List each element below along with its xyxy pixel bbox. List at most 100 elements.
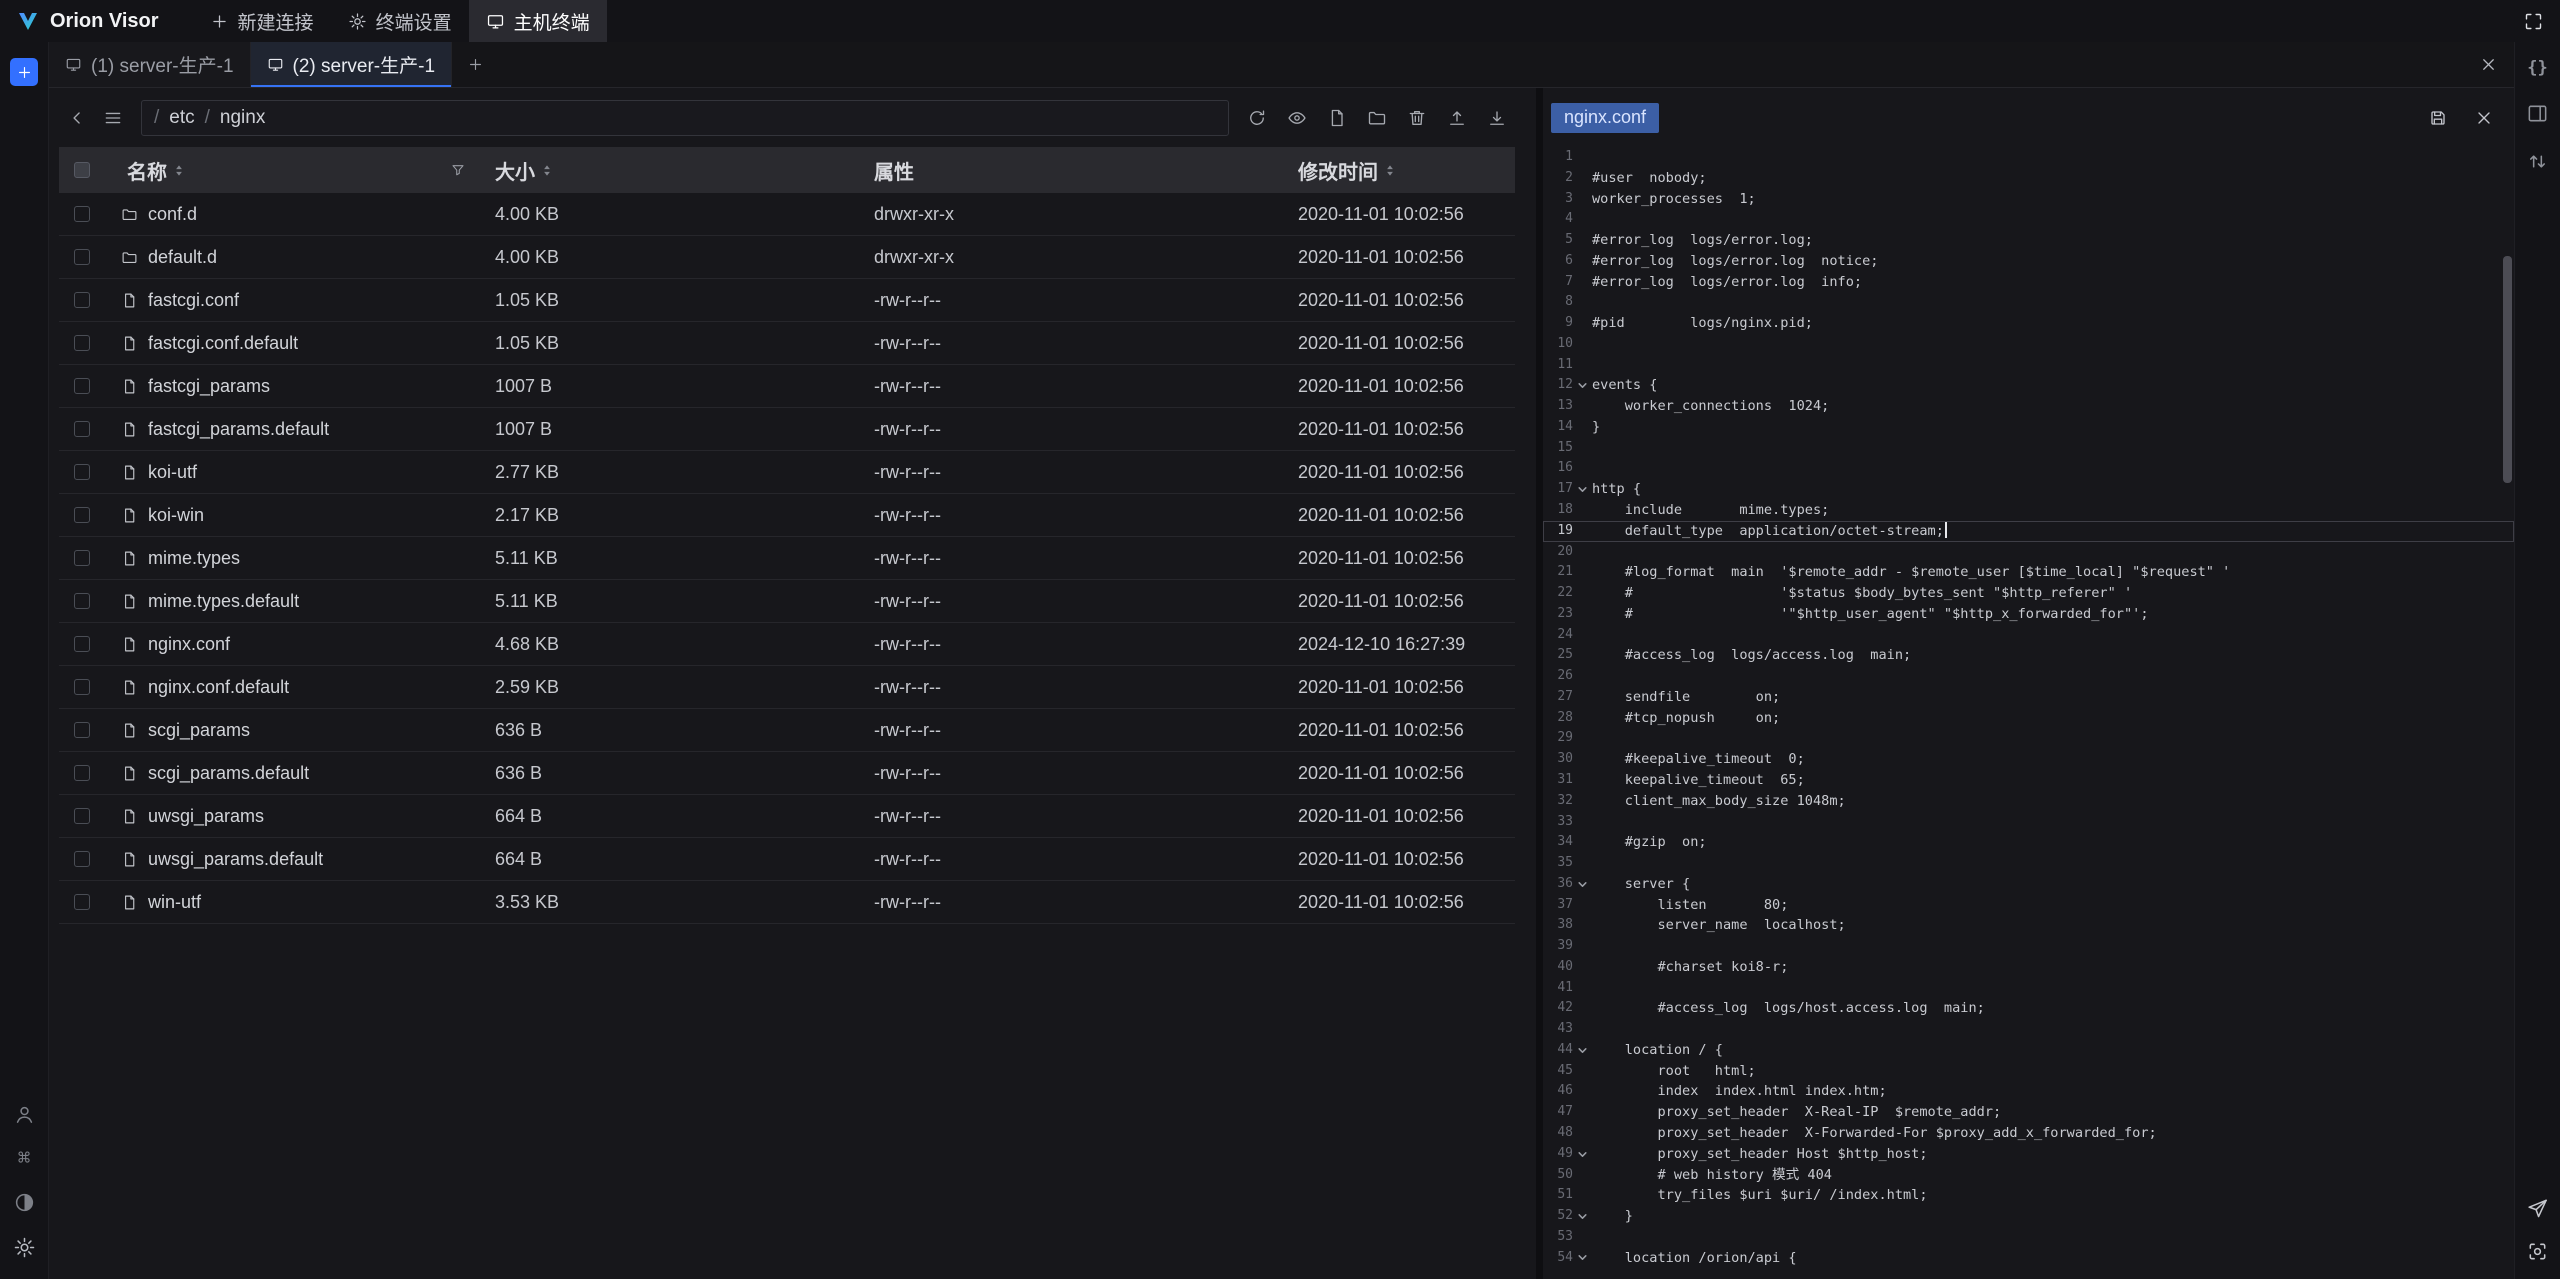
screenshot-icon[interactable]	[2526, 1240, 2549, 1263]
terminal-tab-1[interactable]: (1) server-生产-1	[49, 42, 251, 87]
new-file-button[interactable]	[1319, 100, 1355, 136]
row-checkbox[interactable]	[74, 249, 90, 265]
file-name[interactable]: koi-win	[148, 505, 204, 526]
file-name[interactable]: uwsgi_params.default	[148, 849, 323, 870]
back-button[interactable]	[59, 100, 95, 136]
theme-icon[interactable]	[13, 1191, 36, 1214]
code-line[interactable]: 18 include mime.types;	[1543, 500, 2514, 521]
settings-icon[interactable]	[13, 1236, 36, 1259]
table-row[interactable]: koi-utf2.77 KB-rw-r--r--2020-11-01 10:02…	[59, 451, 1515, 494]
file-name[interactable]: scgi_params	[148, 720, 250, 741]
fold-chevron-icon[interactable]	[1573, 1211, 1592, 1222]
code-line[interactable]: 4	[1543, 209, 2514, 230]
code-line[interactable]: 39	[1543, 936, 2514, 957]
swap-vertical-icon[interactable]	[2526, 150, 2549, 173]
code-line[interactable]: 8	[1543, 292, 2514, 313]
code-line[interactable]: 21 #log_format main '$remote_addr - $rem…	[1543, 562, 2514, 583]
code-line[interactable]: 31 keepalive_timeout 65;	[1543, 770, 2514, 791]
code-line[interactable]: 7#error_log logs/error.log info;	[1543, 272, 2514, 293]
fold-chevron-icon[interactable]	[1573, 1252, 1592, 1263]
code-line[interactable]: 9#pid logs/nginx.pid;	[1543, 313, 2514, 334]
code-line[interactable]: 50 # web history 模式 404	[1543, 1165, 2514, 1186]
row-checkbox[interactable]	[74, 679, 90, 695]
download-button[interactable]	[1479, 100, 1515, 136]
code-line[interactable]: 1	[1543, 147, 2514, 168]
table-row[interactable]: scgi_params.default636 B-rw-r--r--2020-1…	[59, 752, 1515, 795]
row-checkbox[interactable]	[74, 808, 90, 824]
code-line[interactable]: 6#error_log logs/error.log notice;	[1543, 251, 2514, 272]
file-name[interactable]: win-utf	[148, 892, 201, 913]
braces-icon[interactable]: {}	[2527, 60, 2547, 77]
row-checkbox[interactable]	[74, 206, 90, 222]
upload-button[interactable]	[1439, 100, 1475, 136]
code-line[interactable]: 23 # '"$http_user_agent" "$http_x_forwar…	[1543, 604, 2514, 625]
table-row[interactable]: mime.types5.11 KB-rw-r--r--2020-11-01 10…	[59, 537, 1515, 580]
code-line[interactable]: 42 #access_log logs/host.access.log main…	[1543, 998, 2514, 1019]
refresh-button[interactable]	[1239, 100, 1275, 136]
code-line[interactable]: 13 worker_connections 1024;	[1543, 396, 2514, 417]
table-row[interactable]: fastcgi.conf1.05 KB-rw-r--r--2020-11-01 …	[59, 279, 1515, 322]
new-folder-button[interactable]	[1359, 100, 1395, 136]
table-row[interactable]: scgi_params636 B-rw-r--r--2020-11-01 10:…	[59, 709, 1515, 752]
code-line[interactable]: 2#user nobody;	[1543, 168, 2514, 189]
code-line[interactable]: 30 #keepalive_timeout 0;	[1543, 749, 2514, 770]
row-checkbox[interactable]	[74, 722, 90, 738]
row-checkbox[interactable]	[74, 507, 90, 523]
row-checkbox[interactable]	[74, 335, 90, 351]
code-line[interactable]: 15	[1543, 438, 2514, 459]
table-row[interactable]: uwsgi_params.default664 B-rw-r--r--2020-…	[59, 838, 1515, 881]
table-row[interactable]: win-utf3.53 KB-rw-r--r--2020-11-01 10:02…	[59, 881, 1515, 924]
file-name[interactable]: fastcgi.conf	[148, 290, 239, 311]
code-line[interactable]: 32 client_max_body_size 1048m;	[1543, 791, 2514, 812]
file-name[interactable]: nginx.conf	[148, 634, 230, 655]
preview-button[interactable]	[1279, 100, 1315, 136]
table-row[interactable]: mime.types.default5.11 KB-rw-r--r--2020-…	[59, 580, 1515, 623]
code-line[interactable]: 29	[1543, 728, 2514, 749]
fold-chevron-icon[interactable]	[1573, 380, 1592, 391]
fold-chevron-icon[interactable]	[1573, 879, 1592, 890]
layout-panel-icon[interactable]	[2526, 102, 2549, 125]
table-row[interactable]: conf.d4.00 KBdrwxr-xr-x2020-11-01 10:02:…	[59, 193, 1515, 236]
table-row[interactable]: fastcgi_params1007 B-rw-r--r--2020-11-01…	[59, 365, 1515, 408]
code-line[interactable]: 53	[1543, 1227, 2514, 1248]
add-tab-button[interactable]	[452, 42, 498, 87]
list-view-button[interactable]	[95, 100, 131, 136]
code-line[interactable]: 36 server {	[1543, 874, 2514, 895]
close-icon[interactable]	[2474, 108, 2494, 128]
filter-icon[interactable]	[450, 162, 466, 178]
row-checkbox[interactable]	[74, 464, 90, 480]
file-name[interactable]: default.d	[148, 247, 217, 268]
sort-icon[interactable]	[1384, 162, 1396, 179]
file-name[interactable]: nginx.conf.default	[148, 677, 289, 698]
code-line[interactable]: 35	[1543, 853, 2514, 874]
table-row[interactable]: default.d4.00 KBdrwxr-xr-x2020-11-01 10:…	[59, 236, 1515, 279]
row-checkbox[interactable]	[74, 378, 90, 394]
fold-chevron-icon[interactable]	[1573, 1045, 1592, 1056]
table-row[interactable]: uwsgi_params664 B-rw-r--r--2020-11-01 10…	[59, 795, 1515, 838]
code-line[interactable]: 46 index index.html index.htm;	[1543, 1081, 2514, 1102]
file-name[interactable]: mime.types.default	[148, 591, 299, 612]
row-checkbox[interactable]	[74, 636, 90, 652]
code-line[interactable]: 33	[1543, 812, 2514, 833]
table-row[interactable]: nginx.conf.default2.59 KB-rw-r--r--2020-…	[59, 666, 1515, 709]
code-line[interactable]: 47 proxy_set_header X-Real-IP $remote_ad…	[1543, 1102, 2514, 1123]
row-checkbox[interactable]	[74, 894, 90, 910]
code-line[interactable]: 26	[1543, 666, 2514, 687]
code-line[interactable]: 16	[1543, 458, 2514, 479]
code-line[interactable]: 40 #charset koi8-r;	[1543, 957, 2514, 978]
sort-icon[interactable]	[541, 162, 553, 179]
code-line[interactable]: 38 server_name localhost;	[1543, 915, 2514, 936]
pane-resize-handle[interactable]	[1536, 88, 1543, 1279]
code-line[interactable]: 43	[1543, 1019, 2514, 1040]
code-line[interactable]: 37 listen 80;	[1543, 895, 2514, 916]
sort-icon[interactable]	[173, 162, 185, 179]
send-icon[interactable]	[2526, 1197, 2549, 1220]
code-line[interactable]: 48 proxy_set_header X-Forwarded-For $pro…	[1543, 1123, 2514, 1144]
file-name[interactable]: fastcgi.conf.default	[148, 333, 298, 354]
select-all-checkbox[interactable]	[74, 162, 90, 178]
code-line[interactable]: 3worker_processes 1;	[1543, 189, 2514, 210]
terminal-tab-2[interactable]: (2) server-生产-1	[251, 42, 453, 87]
editor-scrollbar-thumb[interactable]	[2503, 256, 2512, 483]
code-line[interactable]: 5#error_log logs/error.log;	[1543, 230, 2514, 251]
code-line[interactable]: 54 location /orion/api {	[1543, 1248, 2514, 1269]
